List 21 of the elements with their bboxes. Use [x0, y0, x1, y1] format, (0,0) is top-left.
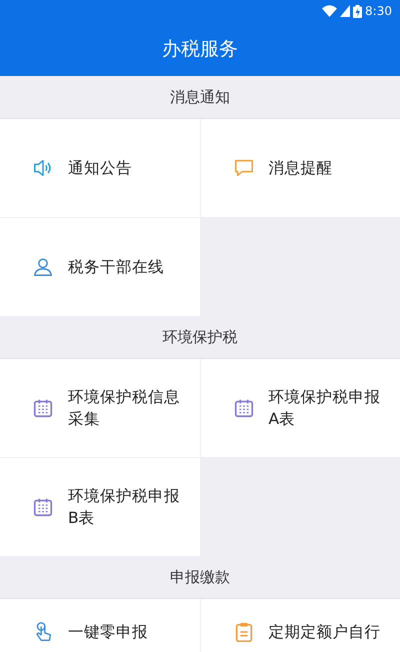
chat-icon [232, 157, 254, 179]
status-time: 8:30 [365, 4, 392, 18]
service-tile[interactable]: 消息提醒 [200, 119, 400, 217]
service-tile[interactable]: 环境保护税申报B表 [0, 458, 200, 556]
service-tile[interactable]: 税务干部在线 [0, 218, 200, 316]
section-title: 环境保护税 [162, 328, 238, 346]
calendar-icon [32, 496, 54, 518]
wifi-icon [322, 5, 338, 17]
battery-icon [353, 4, 362, 18]
service-tile[interactable]: 环境保护税申报A表 [200, 359, 400, 457]
service-tile[interactable]: 环境保护税信息采集 [0, 359, 200, 457]
service-tile[interactable]: 一键零申报 [0, 599, 200, 652]
service-tile[interactable]: 通知公告 [0, 119, 200, 217]
person-icon [32, 256, 54, 278]
signal-icon [340, 5, 350, 17]
calendar-icon [32, 397, 54, 419]
section-title: 申报缴款 [170, 568, 230, 586]
section-title: 消息通知 [170, 88, 230, 106]
page-title: 办税服务 [162, 37, 238, 62]
service-tile[interactable]: 定期定额户自行 [200, 599, 400, 652]
calendar-icon [232, 397, 254, 419]
